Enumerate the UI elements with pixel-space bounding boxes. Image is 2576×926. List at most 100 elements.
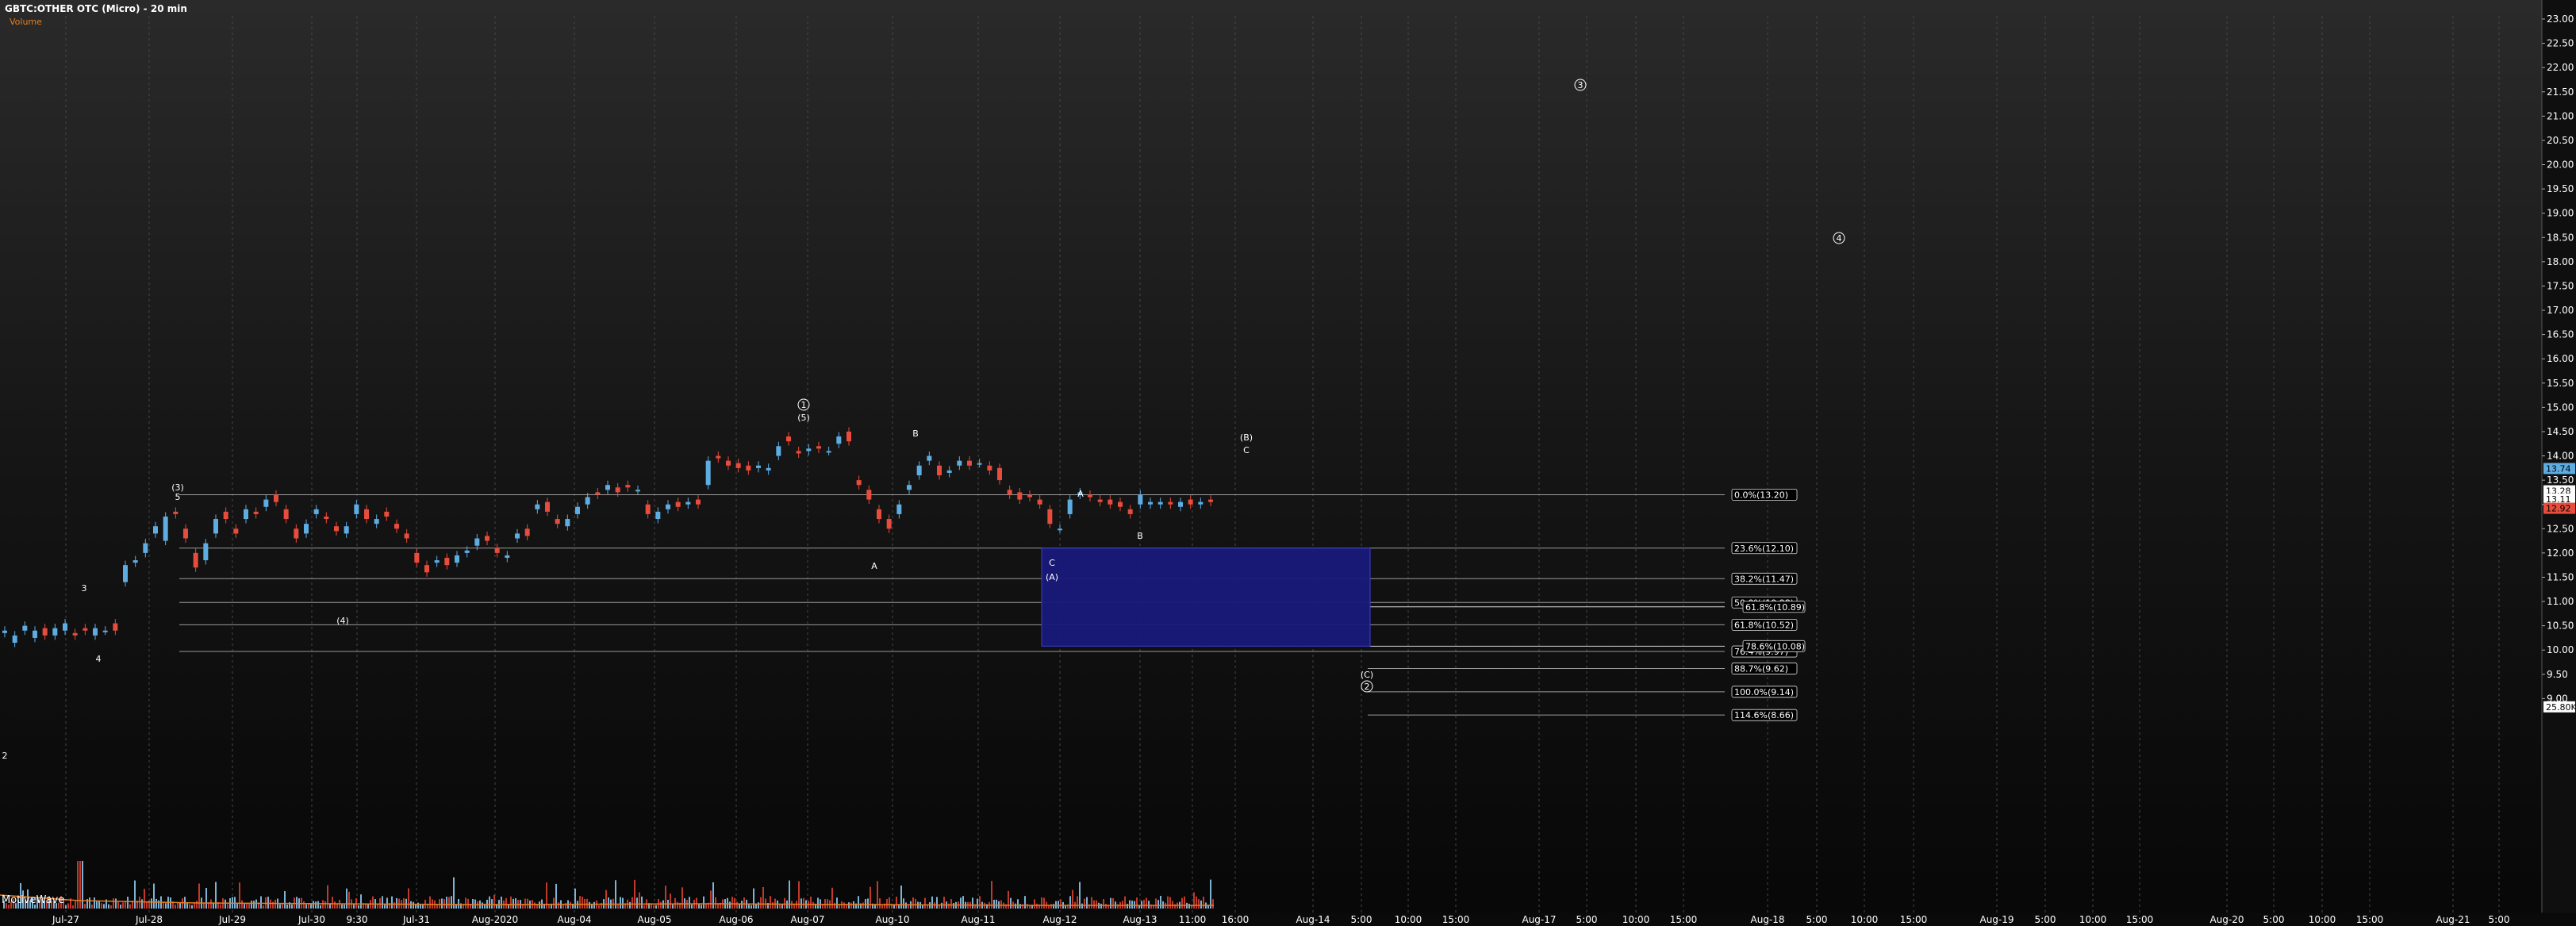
volume-bar — [1157, 900, 1159, 909]
volume-bar — [1167, 896, 1169, 909]
candle-body — [485, 536, 489, 541]
volume-bar — [165, 903, 167, 909]
volume-bar — [641, 896, 643, 909]
candle-body — [595, 492, 601, 495]
volume-bar — [1058, 901, 1059, 909]
candle-body — [655, 511, 661, 520]
volume-bar — [515, 897, 516, 909]
watermark: MotiveWave — [2, 894, 64, 906]
volume-bar — [739, 904, 740, 909]
volume-bar — [703, 896, 704, 909]
volume-bar — [843, 902, 845, 909]
candle-body — [535, 504, 540, 509]
volume-bar — [451, 896, 452, 909]
volume-bar — [922, 905, 923, 909]
x-tick-label: 10:00 — [1622, 914, 1650, 925]
volume-bar — [177, 902, 179, 909]
y-tick-label: 22.50 — [2547, 38, 2574, 49]
candle-body — [545, 501, 550, 512]
y-tick-label: 14.00 — [2547, 451, 2574, 462]
volume-bar — [1053, 904, 1054, 909]
x-tick-label: 15:00 — [2356, 914, 2384, 925]
volume-bar — [781, 904, 783, 909]
candle-body — [615, 487, 620, 493]
volume-bar — [931, 896, 933, 909]
volume-bar — [1131, 901, 1133, 909]
candle-body — [1168, 501, 1173, 505]
wave-label: (4) — [336, 616, 349, 626]
candle-body — [213, 519, 218, 534]
volume-bar — [1122, 901, 1123, 909]
fib-label: 100.0%(9.14) — [1734, 687, 1794, 697]
candle-body — [1208, 499, 1213, 502]
volume-bar — [1184, 896, 1185, 909]
volume-bar — [129, 904, 131, 909]
volume-bar — [241, 900, 243, 909]
x-tick-label: 5:00 — [1351, 914, 1372, 925]
volume-bar — [674, 897, 676, 909]
volume-bar — [1027, 904, 1028, 909]
candle-body — [2, 630, 7, 633]
x-tick-label: 5:00 — [1576, 914, 1598, 925]
candle-body — [163, 516, 168, 541]
volume-bar — [1077, 896, 1078, 909]
volume-bar — [248, 903, 250, 909]
volume-bar — [1041, 897, 1042, 909]
candle-body — [344, 526, 349, 534]
volume-bar — [244, 904, 245, 909]
wave-label: (A) — [1046, 572, 1058, 582]
volume-bar — [977, 898, 978, 909]
volume-bar — [186, 903, 188, 909]
volume-bar — [236, 903, 238, 909]
volume-bar — [1160, 896, 1161, 909]
volume-bar — [429, 896, 431, 909]
volume-bar — [65, 905, 67, 909]
candle-body — [826, 451, 831, 453]
candle-body — [907, 485, 912, 490]
price-chart[interactable]: 0.0%(13.20)23.6%(12.10)38.2%(11.47)50.0%… — [0, 0, 2576, 926]
volume-bar — [158, 900, 159, 909]
volume-bar — [1136, 897, 1138, 909]
candle-body — [1027, 494, 1032, 498]
volume-bar — [655, 905, 657, 909]
x-tick-label: 10:00 — [2309, 914, 2336, 925]
y-tick-label: 18.50 — [2547, 232, 2574, 243]
candle-body — [444, 557, 450, 566]
volume-bar — [570, 901, 571, 909]
volume-bar — [1019, 904, 1021, 909]
candle-body — [625, 485, 631, 488]
volume-bar — [1129, 900, 1131, 909]
volume-bar — [446, 897, 447, 909]
volume-bar — [1081, 903, 1083, 909]
x-tick-label: 5:00 — [2035, 914, 2056, 925]
x-tick-label: Aug-11 — [961, 914, 995, 925]
candle-body — [253, 511, 259, 514]
x-tick-label: 10:00 — [1851, 914, 1879, 925]
volume-bar — [831, 887, 833, 909]
volume-bar — [101, 903, 102, 909]
volume-bar — [332, 897, 333, 909]
x-tick-label: Jul-27 — [52, 914, 79, 925]
volume-bar — [591, 904, 593, 909]
candle-body — [555, 519, 560, 524]
candle-body — [946, 470, 952, 473]
wave-label: 4 — [96, 654, 102, 664]
candle-body — [635, 490, 640, 492]
price-axis: 23.00 22.50 22.00 21.50 21.00 20.50 20.00 19.50… — [2541, 0, 2576, 913]
volume-bar — [1148, 901, 1150, 909]
volume-bar — [360, 894, 362, 909]
volume-bar — [741, 901, 743, 909]
volume-bar — [344, 904, 345, 909]
candle-body — [1118, 501, 1123, 507]
volume-bar — [134, 880, 136, 909]
volume-bar — [377, 904, 378, 909]
y-tick-label: 9.50 — [2547, 669, 2568, 680]
y-tick-label: 11.00 — [2547, 596, 2574, 607]
volume-bar — [1008, 890, 1009, 909]
volume-bar — [372, 896, 374, 909]
candle-body — [585, 497, 590, 505]
volume-bar — [834, 902, 835, 909]
volume-bar — [962, 896, 964, 909]
volume-bar — [115, 898, 117, 909]
candle-body — [132, 560, 138, 563]
